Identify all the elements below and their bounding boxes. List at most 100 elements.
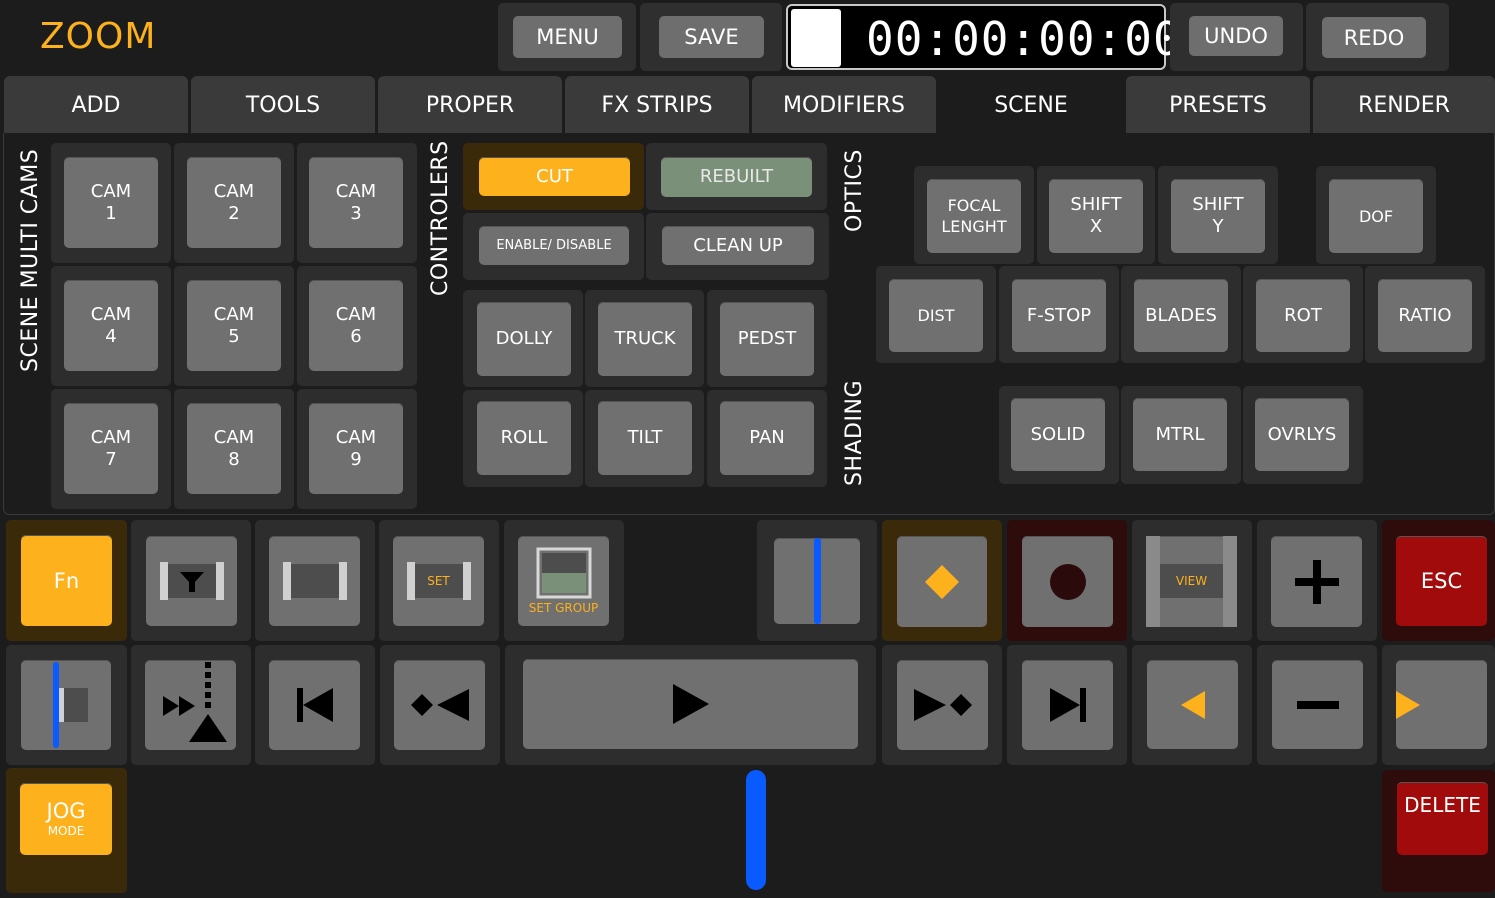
view-button[interactable]: VIEW: [1146, 536, 1237, 627]
cam-8-button[interactable]: CAM 8: [187, 403, 281, 494]
mtrl-button[interactable]: MTRL: [1133, 398, 1227, 471]
f-stop-button[interactable]: F-STOP: [1012, 279, 1106, 352]
clip-button[interactable]: [269, 536, 360, 626]
rot-button[interactable]: ROT: [1256, 279, 1350, 352]
shift-y-label-line1: SHIFT: [1192, 194, 1244, 215]
set-label: SET: [414, 564, 463, 598]
cam-label: CAM: [213, 180, 255, 202]
tab-scene[interactable]: SCENE: [939, 76, 1123, 134]
record-button[interactable]: [1022, 536, 1113, 627]
roll-button[interactable]: ROLL: [477, 401, 571, 475]
cam-label: CAM: [90, 303, 132, 325]
cam-label: CAM: [213, 303, 255, 325]
trim-button[interactable]: [21, 660, 111, 750]
play-button[interactable]: [523, 659, 858, 749]
pedst-button[interactable]: PEDST: [720, 302, 814, 376]
jog-mode-button[interactable]: JOG MODE: [20, 783, 112, 855]
timecode-text: 00:00:00:00: [866, 12, 1182, 66]
tab-render[interactable]: RENDER: [1313, 76, 1495, 134]
minus-button[interactable]: [1272, 660, 1363, 749]
redo-button[interactable]: REDO: [1322, 17, 1426, 58]
nudge-right-button[interactable]: [1396, 660, 1487, 749]
dist-button[interactable]: DIST: [889, 279, 983, 352]
keyframe-button[interactable]: [897, 536, 987, 627]
cut-button[interactable]: CUT: [479, 157, 630, 196]
focal-length-button[interactable]: FOCAL LENGHT: [927, 179, 1021, 253]
jog-sub-label: MODE: [47, 824, 85, 838]
previous-keyframe-button[interactable]: [394, 660, 485, 750]
tilt-button[interactable]: TILT: [598, 401, 692, 475]
tab-fx-strips[interactable]: FX STRIPS: [565, 76, 749, 134]
arrow-left-icon: [1181, 690, 1205, 719]
cam-number: 1: [105, 202, 117, 224]
filter-button[interactable]: [146, 536, 237, 626]
previous-keyframe-icon: [410, 689, 469, 721]
pan-button[interactable]: PAN: [720, 401, 814, 475]
shift-x-label-line2: X: [1089, 216, 1103, 237]
undo-button[interactable]: UNDO: [1189, 16, 1283, 56]
dof-button[interactable]: DOF: [1329, 179, 1423, 253]
cam-label: CAM: [213, 426, 255, 448]
tab-presets[interactable]: PRESETS: [1126, 76, 1310, 134]
multi-cams-label: SCENE MULTI CAMS: [18, 148, 43, 372]
playhead-marker-button[interactable]: [774, 538, 860, 624]
set-group-icon: [536, 547, 591, 599]
view-label: VIEW: [1160, 564, 1223, 598]
cam-label: CAM: [90, 180, 132, 202]
tab-tools[interactable]: TOOLS: [191, 76, 375, 134]
shift-y-label-line2: Y: [1212, 216, 1224, 237]
plus-icon: [1294, 559, 1339, 604]
set-group-button[interactable]: SET GROUP: [518, 536, 609, 626]
ovrlys-button[interactable]: OVRLYS: [1255, 398, 1349, 471]
cam-label: CAM: [335, 303, 377, 325]
set-group-label: SET GROUP: [528, 601, 599, 615]
play-icon: [672, 684, 709, 724]
truck-button[interactable]: TRUCK: [598, 302, 692, 376]
cam-6-button[interactable]: CAM 6: [309, 280, 403, 371]
tab-add[interactable]: ADD: [4, 76, 188, 134]
go-to-end-button[interactable]: [1022, 660, 1113, 750]
tab-proper[interactable]: PROPER: [378, 76, 562, 134]
enable-disable-button[interactable]: ENABLE/ DISABLE: [479, 226, 629, 265]
next-keyframe-button[interactable]: [897, 660, 988, 750]
go-to-start-button[interactable]: [269, 660, 360, 750]
esc-button[interactable]: ESC: [1396, 536, 1487, 626]
minus-icon: [1296, 700, 1339, 709]
view-icon: VIEW: [1146, 536, 1237, 627]
save-button[interactable]: SAVE: [659, 16, 764, 58]
cam-7-button[interactable]: CAM 7: [64, 403, 158, 494]
dolly-button[interactable]: DOLLY: [477, 302, 571, 376]
arrow-right-icon: [1396, 690, 1420, 719]
fn-button[interactable]: Fn: [21, 535, 112, 626]
jog-slider-handle[interactable]: [746, 770, 766, 890]
cam-label: CAM: [335, 180, 377, 202]
ratio-button[interactable]: RATIO: [1378, 279, 1472, 352]
cam-9-button[interactable]: CAM 9: [309, 403, 403, 494]
solid-button[interactable]: SOLID: [1011, 398, 1105, 471]
shift-x-button[interactable]: SHIFT X: [1049, 179, 1143, 253]
cam-1-button[interactable]: CAM 1: [64, 157, 158, 248]
cam-3-button[interactable]: CAM 3: [309, 157, 403, 248]
record-icon: [1049, 563, 1086, 600]
optics-label: OPTICS: [842, 149, 867, 232]
plus-button[interactable]: [1271, 536, 1362, 627]
menu-button[interactable]: MENU: [513, 16, 622, 58]
shading-label: SHADING: [842, 380, 867, 486]
skip-back-icon: [296, 688, 333, 722]
set-button[interactable]: SET: [393, 536, 484, 626]
shift-y-button[interactable]: SHIFT Y: [1171, 179, 1265, 253]
clean-up-button[interactable]: CLEAN UP: [662, 226, 814, 265]
cam-5-button[interactable]: CAM 5: [187, 280, 281, 371]
playhead-line-icon: [813, 538, 821, 624]
cam-4-button[interactable]: CAM 4: [64, 280, 158, 371]
timecode-display: 00:00:00:00: [786, 4, 1181, 70]
blades-button[interactable]: BLADES: [1134, 279, 1228, 352]
filter-icon: [159, 562, 224, 600]
skip-to-marker-button[interactable]: [145, 660, 236, 750]
nudge-left-button[interactable]: [1147, 660, 1238, 749]
timecode-indicator: [791, 9, 841, 67]
tab-modifiers[interactable]: MODIFIERS: [752, 76, 936, 134]
rebuilt-button[interactable]: REBUILT: [661, 157, 812, 197]
delete-button[interactable]: DELETE: [1397, 782, 1488, 855]
cam-2-button[interactable]: CAM 2: [187, 157, 281, 248]
